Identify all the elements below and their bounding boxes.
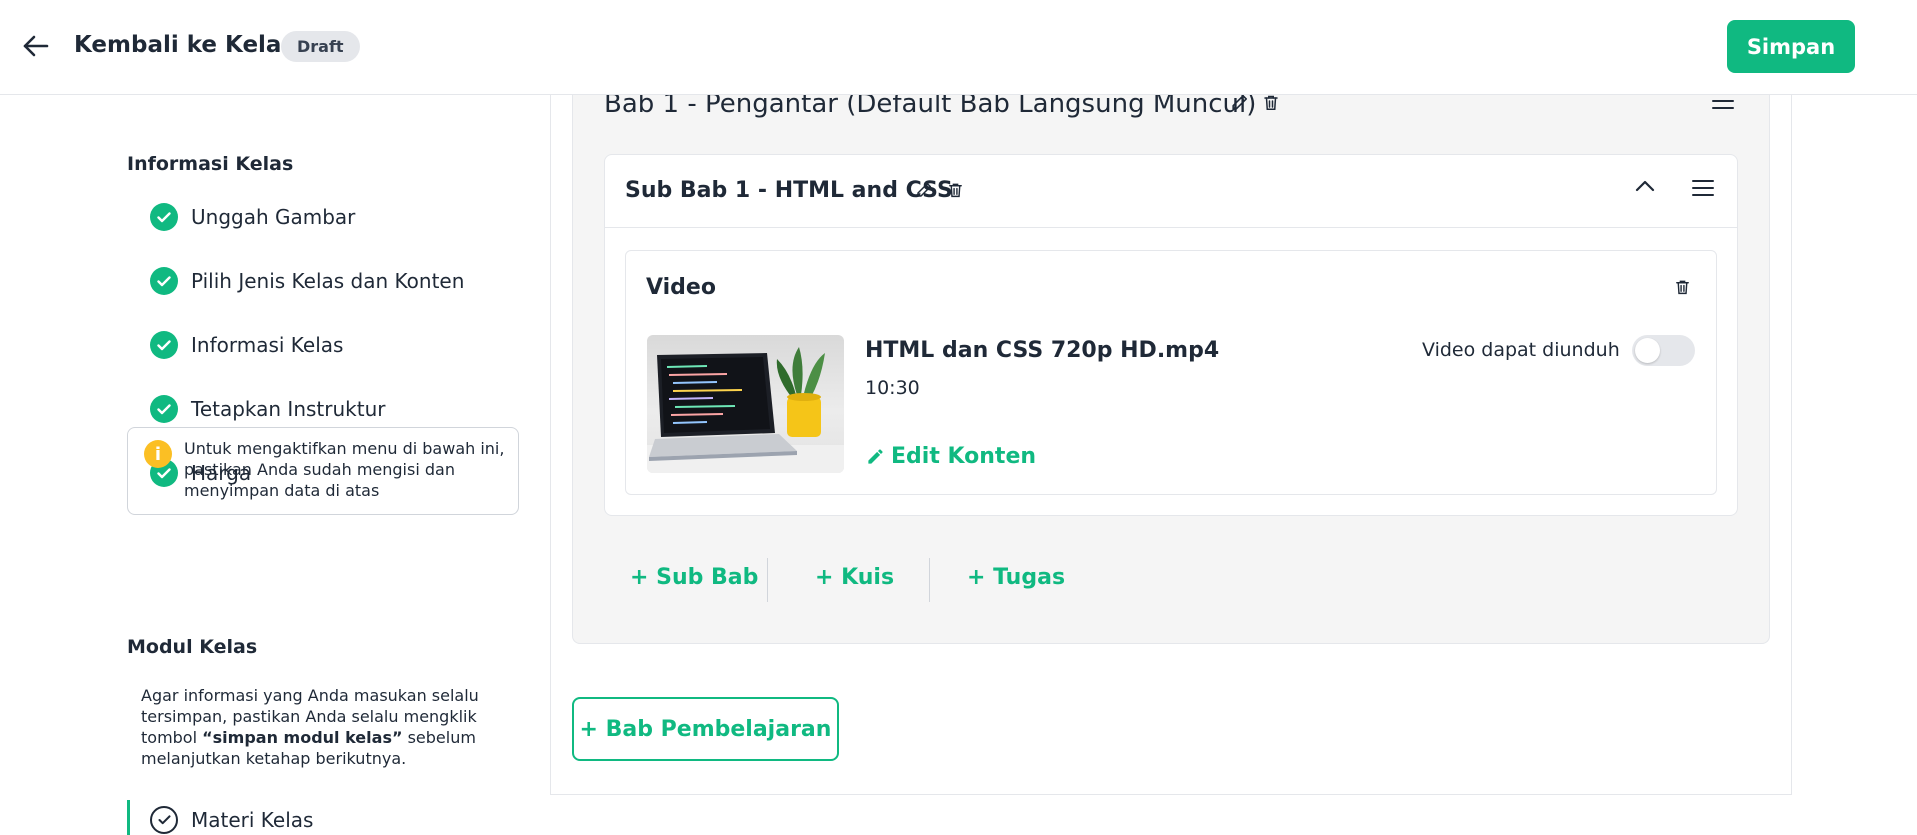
status-badge: Draft: [281, 31, 360, 62]
check-icon: [150, 331, 178, 359]
add-tugas-button[interactable]: + Tugas: [967, 565, 1065, 590]
top-header: Kembali ke Kelas Draft Simpan: [0, 0, 1917, 95]
edit-content-link[interactable]: Edit Konten: [866, 444, 1036, 469]
divider: [767, 558, 768, 602]
check-icon: [150, 395, 178, 423]
add-sub-bab-button[interactable]: + Sub Bab: [630, 565, 758, 590]
edit-content-label: Edit Konten: [891, 444, 1037, 469]
video-duration: 10:30: [865, 377, 920, 399]
info-section-title: Informasi Kelas: [127, 153, 294, 175]
delete-bab-trash-icon[interactable]: [1262, 93, 1280, 116]
toggle-knob: [1635, 338, 1660, 363]
divider: [929, 558, 930, 602]
video-file-name: HTML dan CSS 720p HD.mp4: [865, 338, 1220, 363]
modul-description: Agar informasi yang Anda masukan selalu …: [141, 685, 501, 769]
sidebar-item-label: Tetapkan Instruktur: [191, 397, 386, 421]
sidebar-item-unggah-gambar[interactable]: Unggah Gambar: [150, 202, 355, 232]
delete-subbab-trash-icon[interactable]: [947, 181, 964, 203]
delete-video-trash-icon[interactable]: [1674, 278, 1691, 300]
modul-desc-emphasis: “simpan modul kelas”: [202, 728, 403, 747]
back-arrow-left-icon[interactable]: [20, 30, 52, 62]
subbab-divider: [605, 227, 1737, 228]
check-outline-icon: [150, 806, 178, 834]
collapse-subbab-chevron-up-icon[interactable]: [1634, 178, 1656, 197]
sidebar-item-materi-kelas[interactable]: Materi Kelas: [127, 800, 427, 835]
edit-bab-pencil-icon[interactable]: [1230, 93, 1249, 116]
download-toggle-label: Video dapat diunduh: [1422, 339, 1620, 361]
sidebar-item-label: Unggah Gambar: [191, 205, 356, 229]
drag-subbab-menu-icon[interactable]: [1691, 179, 1715, 201]
page: Bab 1 - Pengantar (Default Bab Langsung …: [0, 0, 1917, 835]
video-thumbnail: [647, 335, 844, 473]
content-type-label: Video: [646, 275, 716, 300]
edit-pencil-icon: [866, 447, 885, 466]
subbab-title: Sub Bab 1 - HTML and CSS: [625, 178, 953, 203]
download-toggle[interactable]: [1632, 335, 1695, 366]
check-icon: [150, 267, 178, 295]
save-button[interactable]: Simpan: [1727, 20, 1855, 73]
sidebar-item-informasi-kelas[interactable]: Informasi Kelas: [150, 330, 343, 360]
sidebar-item-label: Materi Kelas: [191, 808, 314, 832]
notice-text: Untuk mengaktifkan menu di bawah ini, pa…: [184, 439, 505, 500]
notice-box: i Untuk mengaktifkan menu di bawah ini, …: [127, 427, 519, 515]
check-icon: [150, 203, 178, 231]
sidebar-item-label: Pilih Jenis Kelas dan Konten: [191, 269, 465, 293]
add-kuis-button[interactable]: + Kuis: [815, 565, 894, 590]
back-to-class-title[interactable]: Kembali ke Kelas: [74, 32, 295, 58]
edit-subbab-pencil-icon[interactable]: [915, 181, 933, 203]
sidebar-item-jenis-kelas[interactable]: Pilih Jenis Kelas dan Konten: [150, 266, 464, 296]
modul-section-title: Modul Kelas: [127, 636, 258, 658]
info-icon: i: [144, 440, 172, 468]
add-bab-button[interactable]: + Bab Pembelajaran: [572, 697, 839, 761]
sidebar-item-label: Informasi Kelas: [191, 333, 344, 357]
drag-bab-menu-icon[interactable]: [1711, 92, 1735, 114]
sidebar-item-instruktur[interactable]: Tetapkan Instruktur: [150, 394, 386, 424]
